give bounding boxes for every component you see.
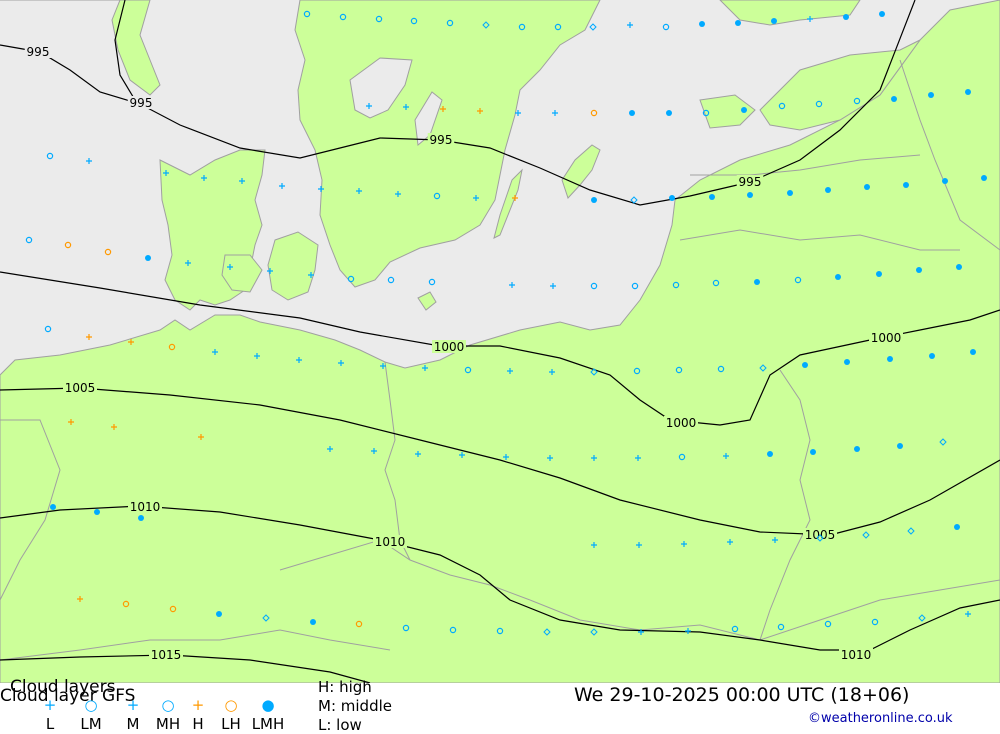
- legend-label: M: [126, 715, 140, 733]
- cloud-dot-marker: [754, 279, 760, 285]
- isobar-label: 1010: [130, 500, 161, 514]
- cloud-dot-marker: [891, 96, 897, 102]
- cloud-dot-marker: [903, 182, 909, 188]
- model-title: Cloud layer GFS: [0, 686, 136, 706]
- cloud-dot-marker: [897, 443, 903, 449]
- legend-symbol: ○: [161, 696, 175, 714]
- cloud-dot-marker: [591, 197, 597, 203]
- credit-link[interactable]: ©weatheronline.co.uk: [808, 711, 953, 726]
- cloud-dot-marker: [825, 187, 831, 193]
- isobar-label: 1005: [65, 381, 96, 395]
- cloud-dot-marker: [929, 353, 935, 359]
- map-canvas: 9959959959951000100010001005100510101010…: [0, 0, 1000, 683]
- cloud-dot-marker: [965, 89, 971, 95]
- cloud-dot-marker: [864, 184, 870, 190]
- isobar-label: 995: [130, 96, 153, 110]
- isobar-label: 1015: [151, 648, 182, 662]
- cloud-dot-marker: [741, 107, 747, 113]
- cloud-dot-marker: [956, 264, 962, 270]
- legend-symbol: +: [191, 696, 205, 714]
- legend-label: LH: [221, 715, 241, 733]
- cloud-dot-marker: [771, 18, 777, 24]
- cloud-dot-marker: [844, 359, 850, 365]
- isobar-label: 1010: [375, 535, 406, 549]
- cloud-dot-marker: [916, 267, 922, 273]
- legend-label: LMH: [251, 715, 285, 733]
- cloud-dot-marker: [787, 190, 793, 196]
- cloud-dot-marker: [629, 110, 635, 116]
- legend-symbol: ○: [84, 696, 98, 714]
- cloud-dot-marker: [50, 504, 56, 510]
- cloud-dot-marker: [876, 271, 882, 277]
- cloud-dot-marker: [767, 451, 773, 457]
- map-footer: Cloud layers Cloud layer GFS + L ○ LM + M ○ MH +…: [0, 677, 1000, 734]
- isobar-label: 1010: [841, 648, 872, 662]
- cloud-dot-marker: [699, 21, 705, 27]
- weather-map: 995 995 995 995 1000 1000 1000 1005 1005 1010 1010…: [0, 0, 1000, 683]
- cloud-dot-marker: [216, 611, 222, 617]
- cloud-dot-marker: [887, 356, 893, 362]
- legend-symbol: ●: [261, 696, 275, 714]
- isobar-label: 1000: [871, 331, 902, 345]
- cloud-dot-marker: [735, 20, 741, 26]
- cloud-dot-marker: [843, 14, 849, 20]
- isobar-label: 995: [27, 45, 50, 59]
- cloud-dot-marker: [669, 195, 675, 201]
- cloud-dot-marker: [145, 255, 151, 261]
- cloud-dot-marker: [747, 192, 753, 198]
- isobar-label: 1000: [666, 416, 697, 430]
- legend-label: LM: [80, 715, 102, 733]
- cloud-dot-marker: [879, 11, 885, 17]
- cloud-dot-marker: [854, 446, 860, 452]
- cloud-dot-marker: [94, 509, 100, 515]
- key-middle: M: middle: [318, 697, 392, 715]
- cloud-dot-marker: [138, 515, 144, 521]
- cloud-dot-marker: [942, 178, 948, 184]
- legend-symbol: +: [126, 696, 140, 714]
- cloud-dot-marker: [954, 524, 960, 530]
- cloud-dot-marker: [810, 449, 816, 455]
- cloud-dot-marker: [835, 274, 841, 280]
- cloud-dot-marker: [981, 175, 987, 181]
- key-low: L: low: [318, 716, 362, 734]
- cloud-dot-marker: [709, 194, 715, 200]
- isobar-label: 995: [739, 175, 762, 189]
- legend-symbol: +: [43, 696, 57, 714]
- legend-label: L: [45, 715, 55, 733]
- cloud-dot-marker: [970, 349, 976, 355]
- cloud-dot-marker: [802, 362, 808, 368]
- cloud-dot-marker: [666, 110, 672, 116]
- key-high: H: high: [318, 678, 372, 696]
- isobar-label: 1000: [434, 340, 465, 354]
- isobar-label: 995: [430, 133, 453, 147]
- cloud-dot-marker: [928, 92, 934, 98]
- cloud-dot-marker: [310, 619, 316, 625]
- forecast-datetime: We 29-10-2025 00:00 UTC (18+06): [574, 684, 910, 706]
- legend-symbol: ○: [224, 696, 238, 714]
